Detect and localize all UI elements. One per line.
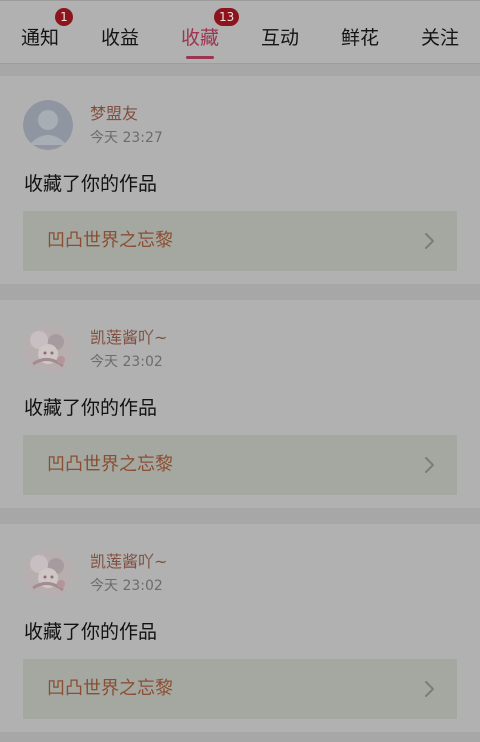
chevron-right-icon [425,457,434,473]
top-tab-bar: 通知 1 收益 收藏 13 互动 鲜花 关注 [0,0,480,64]
avatar[interactable] [23,100,73,150]
tab-following[interactable]: 关注 [421,25,459,51]
default-avatar-icon [23,100,73,150]
tab-earnings[interactable]: 收益 [101,25,139,51]
work-link[interactable]: 凹凸世界之忘黎 [23,659,457,719]
username[interactable]: 凯莲酱吖~ [90,328,167,348]
tab-label: 通知 [20,27,60,49]
notification-card: 凯莲酱吖~ 今天 23:02 收藏了你的作品 凹凸世界之忘黎 [0,300,480,508]
tab-notifications[interactable]: 通知 1 [20,8,73,51]
tab-label: 互动 [260,27,300,49]
avatar[interactable] [23,324,73,374]
work-link[interactable]: 凹凸世界之忘黎 [23,211,457,271]
tab-interaction[interactable]: 互动 [261,25,299,51]
tab-favorites[interactable]: 收藏 13 [180,8,240,59]
username[interactable]: 梦盟友 [90,104,138,124]
tab-label: 关注 [420,27,460,49]
work-title: 凹凸世界之忘黎 [47,454,173,475]
avatar[interactable] [23,548,73,598]
timestamp: 今天 23:02 [90,354,163,370]
timestamp: 今天 23:27 [90,130,163,146]
work-title: 凹凸世界之忘黎 [47,678,173,699]
anime-avatar-icon [23,548,73,598]
chevron-right-icon [425,681,434,697]
work-link[interactable]: 凹凸世界之忘黎 [23,435,457,495]
tab-label: 收藏 [180,27,220,49]
timestamp: 今天 23:02 [90,578,163,594]
notification-card: 凯莲酱吖~ 今天 23:02 收藏了你的作品 凹凸世界之忘黎 [0,524,480,732]
chevron-right-icon [425,233,434,249]
work-title: 凹凸世界之忘黎 [47,230,173,251]
notification-message: 收藏了你的作品 [24,397,158,419]
favorites-badge: 13 [213,8,240,26]
notification-badge: 1 [54,8,73,26]
tab-label: 鲜花 [340,27,380,49]
notification-message: 收藏了你的作品 [24,621,158,643]
active-tab-indicator [185,56,214,59]
username[interactable]: 凯莲酱吖~ [90,552,167,572]
anime-avatar-icon [23,324,73,374]
notification-card: 梦盟友 今天 23:27 收藏了你的作品 凹凸世界之忘黎 [0,76,480,284]
tab-label: 收益 [100,27,140,49]
tab-flowers[interactable]: 鲜花 [341,25,379,51]
notification-message: 收藏了你的作品 [24,173,158,195]
